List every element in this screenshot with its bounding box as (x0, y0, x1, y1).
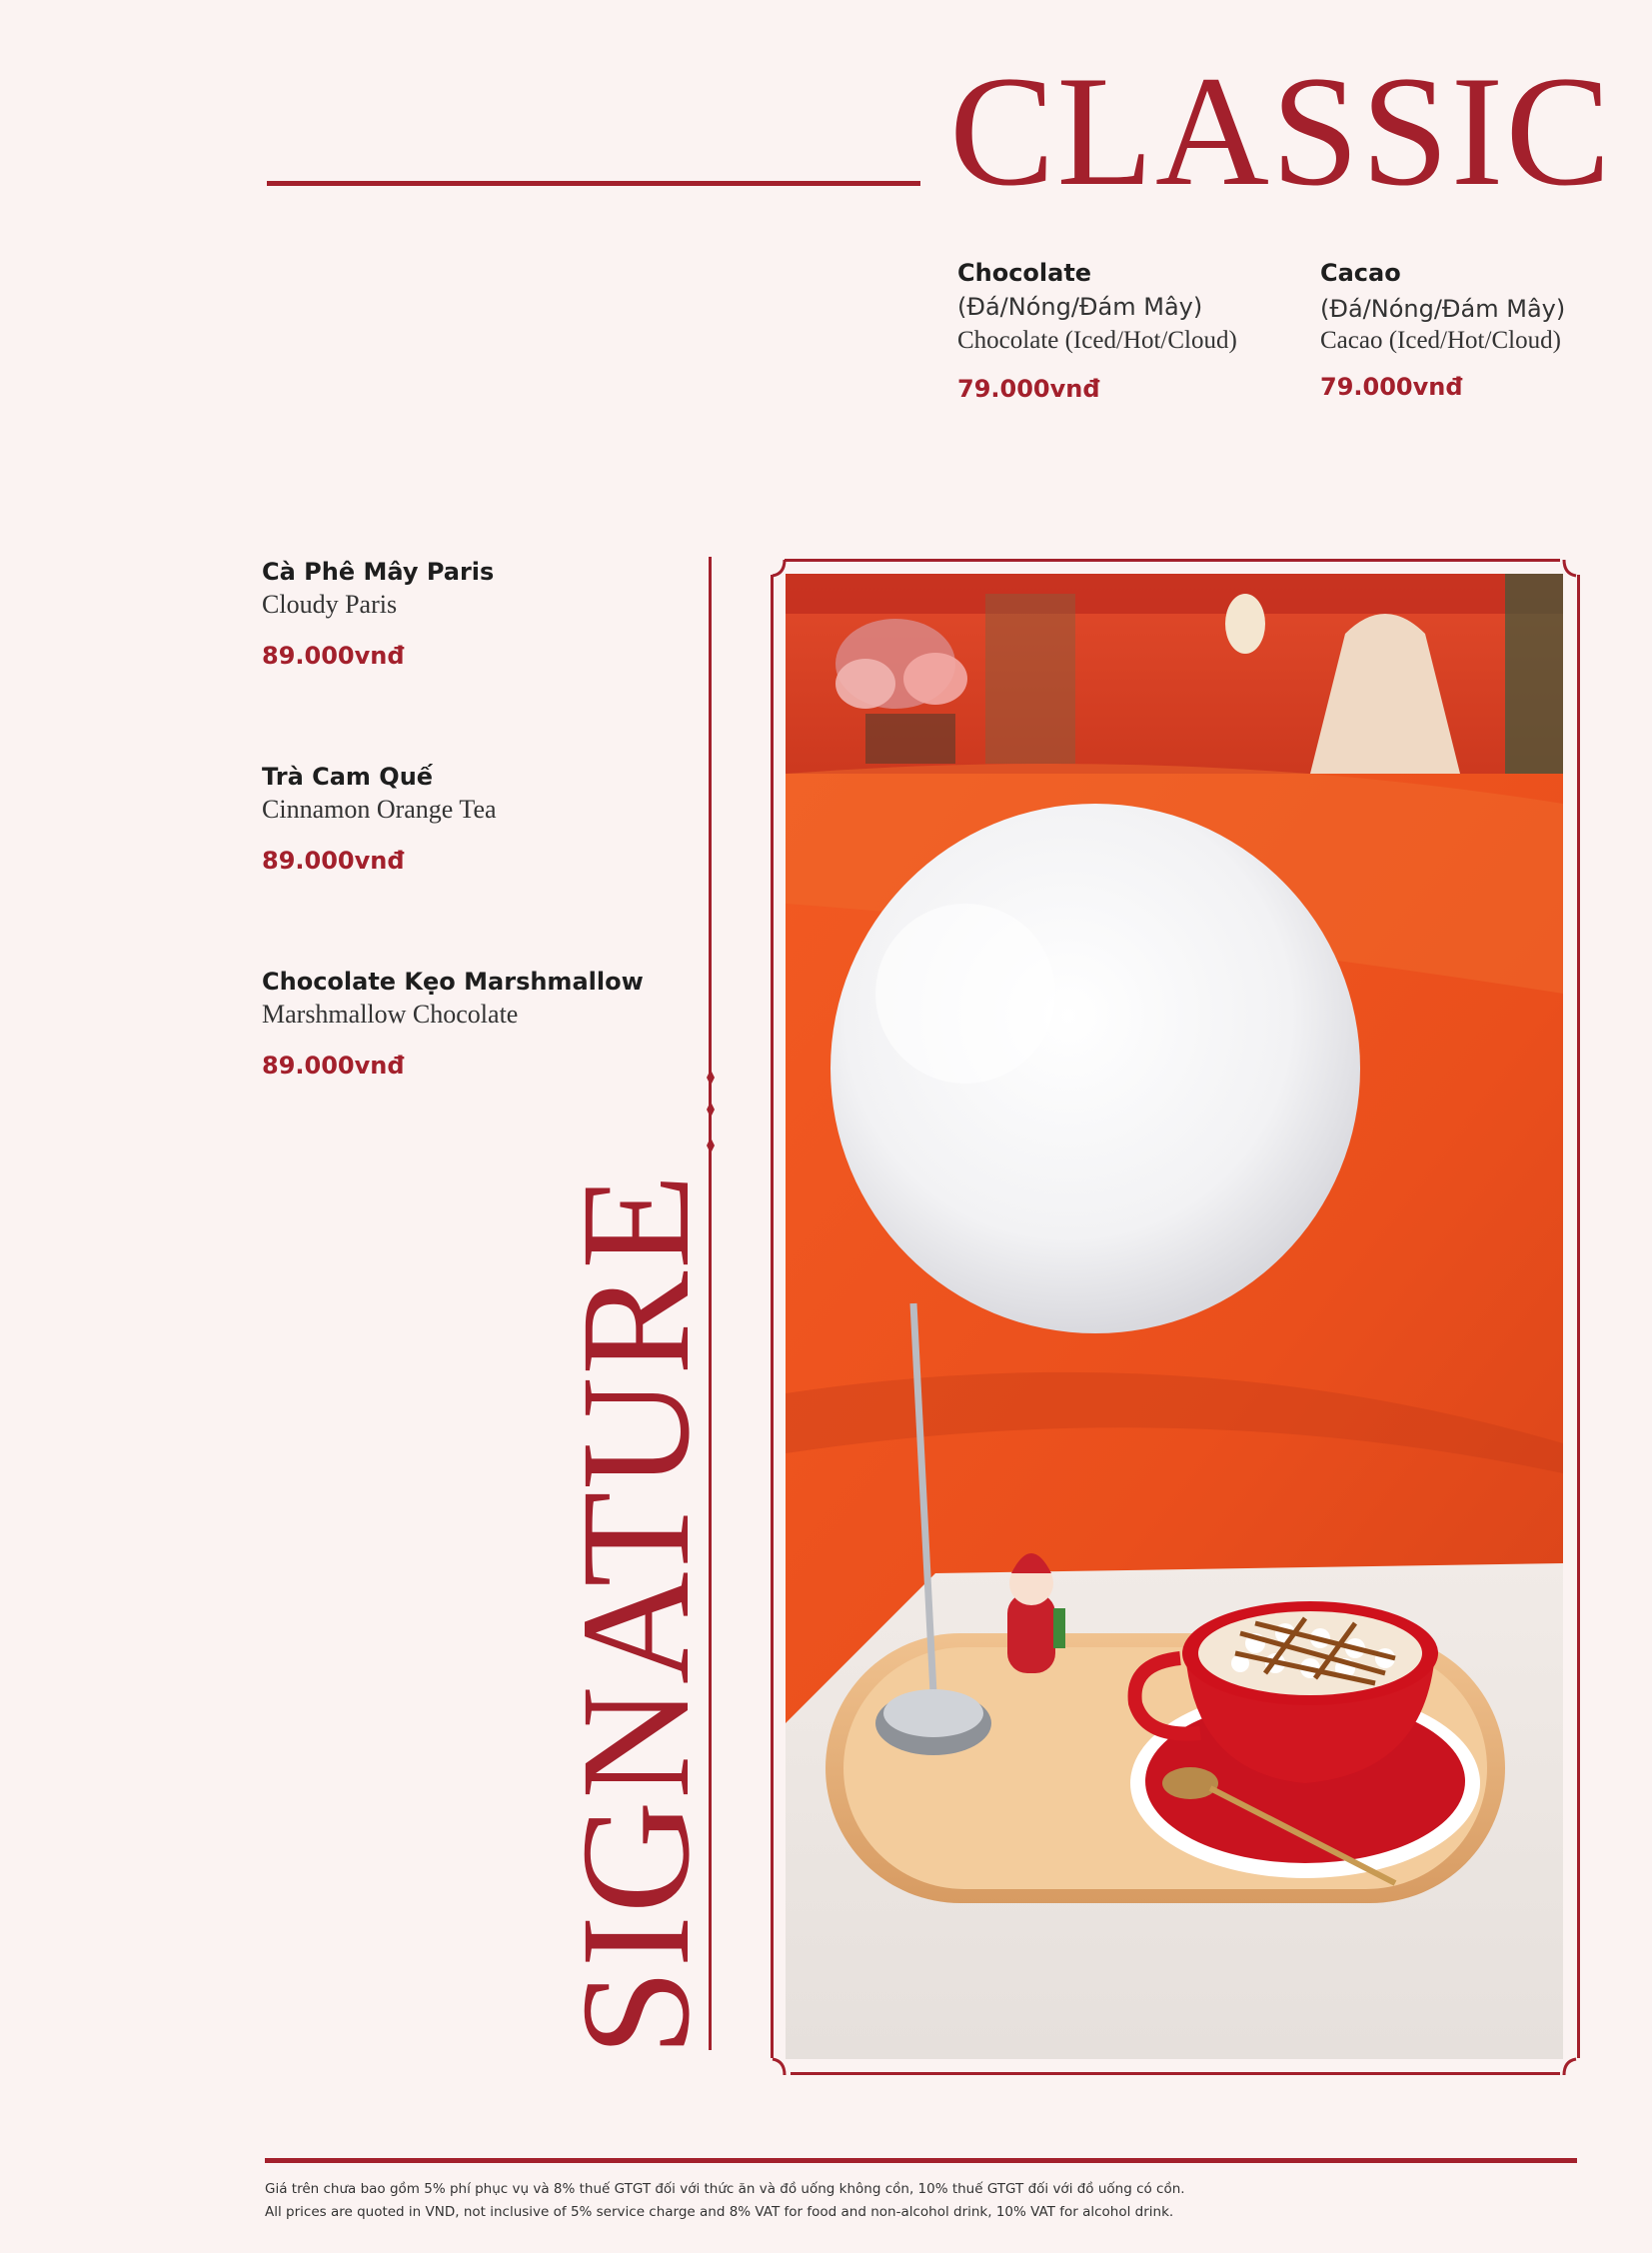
item-price: 89.000vnđ (262, 642, 405, 670)
footer-note-en: All prices are quoted in VND, not inclus… (265, 2204, 1174, 2220)
item-name-en: Cacao (Iced/Hot/Cloud) (1320, 327, 1561, 354)
divider-ornament-icon (707, 1070, 715, 1153)
item-name: Chocolate (957, 259, 1092, 287)
item-name-vn: (Đá/Nóng/Đám Mây) (957, 293, 1203, 321)
classic-divider (267, 181, 920, 186)
item-name-en: Chocolate (Iced/Hot/Cloud) (957, 327, 1237, 354)
item-name-en: Cinnamon Orange Tea (262, 795, 497, 824)
footer-note-vn: Giá trên chưa bao gồm 5% phí phục vụ và … (265, 2181, 1185, 2197)
item-name: Trà Cam Quế (262, 763, 434, 791)
classic-item-cacao: Cacao (Đá/Nóng/Đám Mây) Cacao (Iced/Hot/… (1320, 259, 1565, 401)
item-name: Cacao (1320, 259, 1401, 287)
classic-section-title: CLASSIC (949, 44, 1613, 219)
item-price: 79.000vnđ (1320, 373, 1463, 401)
item-price: 79.000vnđ (957, 375, 1100, 403)
item-price: 89.000vnđ (262, 847, 405, 875)
signature-item-cloudy-paris: Cà Phê Mây Paris Cloudy Paris 89.000vnđ (262, 558, 494, 670)
footer-divider (265, 2158, 1577, 2163)
item-name: Cà Phê Mây Paris (262, 558, 495, 586)
item-name: Chocolate Kẹo Marshmallow (262, 968, 644, 996)
item-name-en: Cloudy Paris (262, 590, 398, 619)
signature-section-title: SIGNATURE (549, 1171, 722, 2056)
signature-item-marshmallow-chocolate: Chocolate Kẹo Marshmallow Marshmallow Ch… (262, 968, 644, 1080)
item-name-vn: (Đá/Nóng/Đám Mây) (1320, 295, 1566, 323)
item-name-en: Marshmallow Chocolate (262, 1000, 519, 1029)
signature-drink-photo (786, 574, 1563, 2059)
signature-item-cinnamon-orange-tea: Trà Cam Quế Cinnamon Orange Tea 89.000vn… (262, 763, 497, 875)
classic-item-chocolate: Chocolate (Đá/Nóng/Đám Mây) Chocolate (I… (957, 259, 1237, 403)
item-price: 89.000vnđ (262, 1052, 405, 1080)
